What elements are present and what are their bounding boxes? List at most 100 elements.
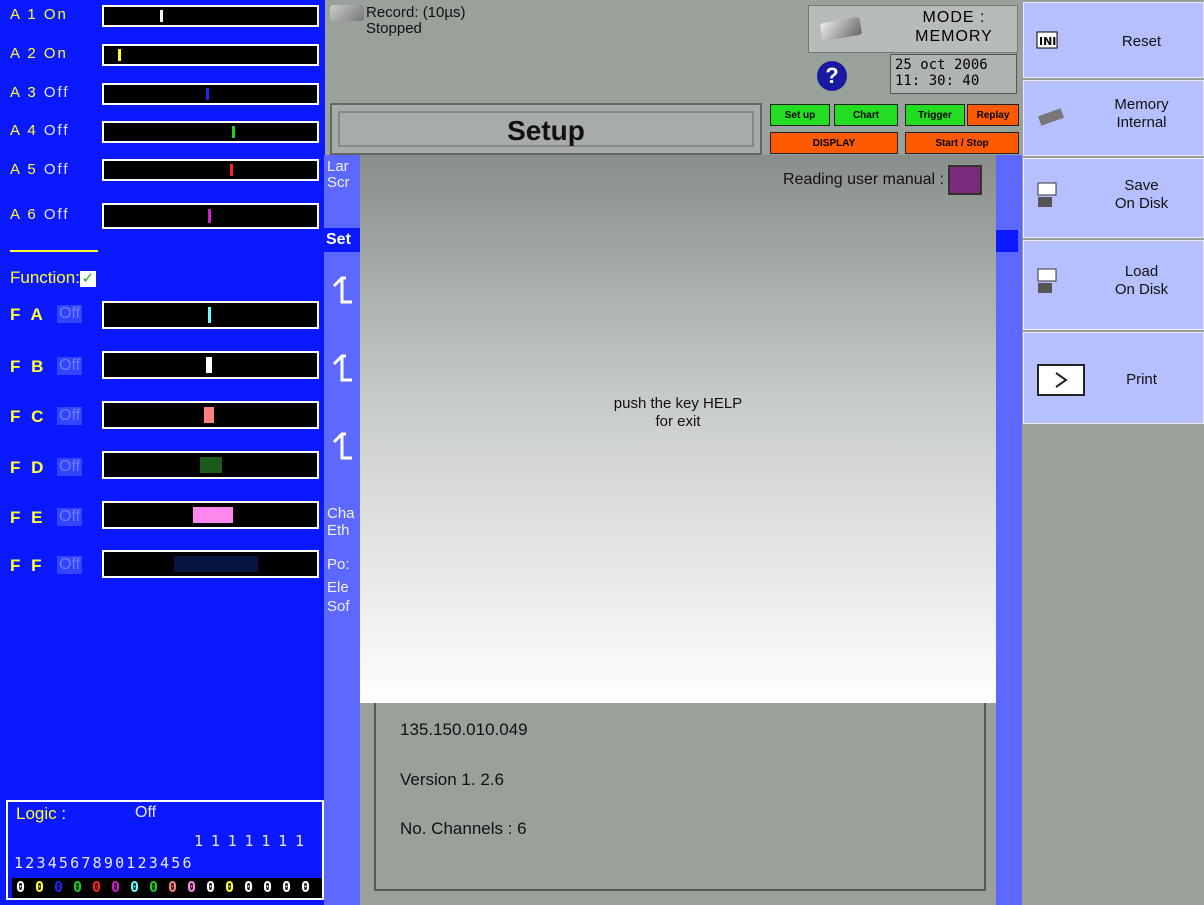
help-overlay[interactable]: Reading user manual : push the key HELP … <box>360 155 996 703</box>
scroll-indicator[interactable] <box>996 230 1018 252</box>
fa-marker <box>208 307 211 323</box>
channel-a1-marker <box>160 10 163 22</box>
logic-bit: 0 <box>281 878 292 896</box>
channel-a6-bar[interactable] <box>102 203 319 229</box>
setup-item-fragment: Lar <box>327 158 349 175</box>
channel-a4-marker <box>232 126 235 138</box>
setup-page-right-strip <box>996 155 1022 905</box>
print-button[interactable]: Print <box>1023 332 1204 424</box>
ff-marker <box>174 556 258 572</box>
fb-marker <box>206 357 212 373</box>
reset-button[interactable]: INI Reset <box>1023 2 1204 78</box>
logic-bit: 0 <box>91 878 102 896</box>
save-sublabel: On Disk <box>1114 195 1169 212</box>
function-channel-fe-bar[interactable] <box>102 501 319 529</box>
device-info-box: 135.150.010.049 Version 1. 2.6 No. Chann… <box>374 703 986 891</box>
setup-selected-fragment[interactable]: Set <box>324 228 362 252</box>
logic-bit: 0 <box>72 878 83 896</box>
channel-a1-label[interactable]: A 1 On <box>10 6 68 23</box>
function-channel-fd-state[interactable]: Off <box>57 458 83 476</box>
firmware-version: Version 1. 2.6 <box>400 770 504 789</box>
function-channel-ff-state[interactable]: Off <box>57 556 83 574</box>
setup-button[interactable]: Set up <box>770 104 830 126</box>
memory-internal-button[interactable]: Memory Internal <box>1023 80 1204 156</box>
logic-values-row: 0 0 0 0 0 0 0 0 0 0 0 0 0 0 0 0 <box>12 878 322 898</box>
print-label: Print <box>1126 371 1157 388</box>
replay-button[interactable]: Replay <box>967 104 1019 126</box>
channel-a3-marker <box>206 88 209 100</box>
channel-a5-label[interactable]: A 5 Off <box>10 161 70 178</box>
function-channel-ff-label[interactable]: F F <box>10 556 45 576</box>
memory-icon <box>1038 108 1064 126</box>
channel-a6-label[interactable]: A 6 Off <box>10 206 70 223</box>
channel-a5-marker <box>230 164 233 176</box>
function-channel-fc-state[interactable]: Off <box>57 407 83 425</box>
print-icon <box>1037 364 1085 396</box>
channel-a2-label[interactable]: A 2 On <box>10 45 68 62</box>
function-channel-fe-label[interactable]: F E <box>10 508 45 528</box>
memory-label: Memory <box>1114 96 1169 113</box>
channel-a2-marker <box>118 49 121 61</box>
function-channel-ff-bar[interactable] <box>102 550 319 578</box>
function-channel-fa-label[interactable]: F A <box>10 305 46 325</box>
function-checkbox[interactable]: ✓ <box>79 270 96 287</box>
start-stop-button[interactable]: Start / Stop <box>905 132 1019 154</box>
channel-a3-bar[interactable] <box>102 83 319 105</box>
help-icon[interactable]: ? <box>817 61 847 91</box>
chart-button[interactable]: Chart <box>834 104 898 126</box>
mode-box[interactable]: MODE : MEMORY <box>808 5 1018 53</box>
function-channel-fb-state[interactable]: Off <box>57 357 83 375</box>
record-rate: Record: (10µs) <box>366 4 466 21</box>
trigger-button[interactable]: Trigger <box>905 104 965 126</box>
setup-item-fragment: Ele <box>327 579 349 596</box>
logic-panel[interactable]: Logic : Off 1111111 1234567890123456 0 0… <box>6 800 324 900</box>
memory-sublabel: Internal <box>1116 114 1167 131</box>
channel-a3-label[interactable]: A 3 Off <box>10 84 70 101</box>
function-channel-fc-label[interactable]: F C <box>10 407 46 427</box>
channel-a5-bar[interactable] <box>102 159 319 181</box>
function-channel-fe-state[interactable]: Off <box>57 508 83 526</box>
logic-bit: 0 <box>224 878 235 896</box>
logic-bit: 0 <box>205 878 216 896</box>
function-channel-fd-bar[interactable] <box>102 451 319 479</box>
channel-a4-label[interactable]: A 4 Off <box>10 122 70 139</box>
save-on-disk-button[interactable]: Save On Disk <box>1023 158 1204 238</box>
logic-bit: 0 <box>300 878 311 896</box>
save-label: Save <box>1124 177 1159 194</box>
function-channel-fd-label[interactable]: F D <box>10 458 46 478</box>
page-title-box: Setup <box>330 103 762 155</box>
network-icon <box>332 432 352 460</box>
mode-label: MODE : <box>922 9 986 26</box>
function-channel-fa-bar[interactable] <box>102 301 319 329</box>
load-sublabel: On Disk <box>1114 281 1169 298</box>
function-channel-fa-state[interactable]: Off <box>57 305 83 323</box>
fd-marker <box>200 457 222 473</box>
function-toggle[interactable]: Function: ✓ <box>10 268 96 288</box>
function-channel-fb-label[interactable]: F B <box>10 357 46 377</box>
fc-marker <box>204 407 214 423</box>
help-message: push the key HELP <box>613 395 743 412</box>
logic-bit: 0 <box>34 878 45 896</box>
channel-a6-marker <box>208 209 211 223</box>
function-channel-fb-bar[interactable] <box>102 351 319 379</box>
channel-a1-bar[interactable] <box>102 5 319 27</box>
logic-bit: 0 <box>15 878 26 896</box>
function-channel-fc-bar[interactable] <box>102 401 319 429</box>
time-text: 11: 30: 40 <box>895 73 980 89</box>
logic-title: Logic : <box>16 804 67 823</box>
load-on-disk-button[interactable]: Load On Disk <box>1023 240 1204 330</box>
channel-a4-bar[interactable] <box>102 121 319 143</box>
reset-icon: INI <box>1036 31 1058 49</box>
date-text: 25 oct 2006 <box>895 57 988 73</box>
logic-bit: 0 <box>148 878 159 896</box>
setup-item-fragment: Scr <box>327 174 350 191</box>
svg-text:INI: INI <box>1039 35 1056 48</box>
book-icon <box>948 165 982 195</box>
display-button[interactable]: DISPLAY <box>770 132 898 154</box>
mode-value: MEMORY <box>915 28 993 45</box>
load-label: Load <box>1124 263 1159 280</box>
channel-a2-bar[interactable] <box>102 44 319 66</box>
setup-item-fragment: Sof <box>327 598 350 615</box>
record-state: Stopped <box>366 20 422 37</box>
logic-bit: 0 <box>262 878 273 896</box>
